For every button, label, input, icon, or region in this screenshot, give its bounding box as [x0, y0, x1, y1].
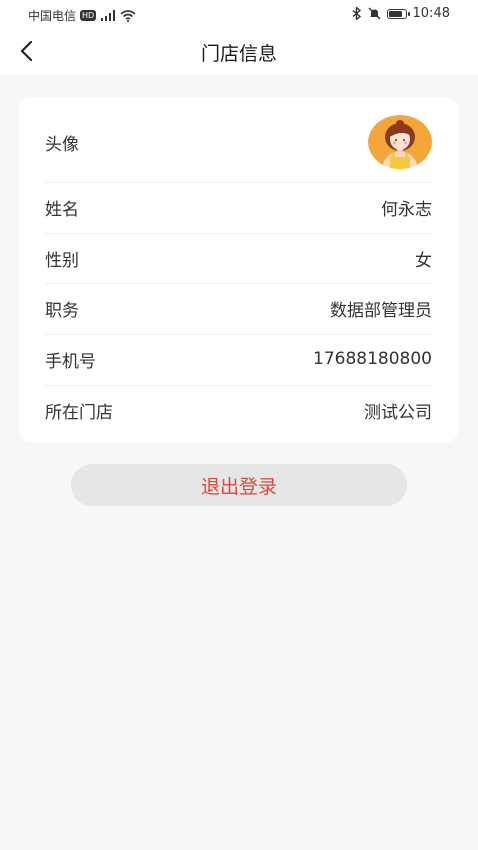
- signal-icon: [101, 10, 116, 21]
- hd-badge: HD: [80, 10, 97, 21]
- divider: [45, 182, 432, 183]
- divider: [45, 385, 432, 386]
- nav-bar: 门店信息: [0, 28, 478, 74]
- bluetooth-icon: [352, 7, 361, 20]
- store-label: 所在门店: [45, 402, 113, 423]
- gender-value: 女: [415, 250, 432, 271]
- phone-value: 17688180800: [313, 349, 432, 369]
- name-value: 何永志: [381, 199, 432, 220]
- avatar-label: 头像: [45, 134, 79, 155]
- clock-time: 10:48: [412, 6, 450, 21]
- wifi-icon: [120, 9, 136, 22]
- divider: [45, 334, 432, 335]
- store-value: 测试公司: [364, 402, 432, 423]
- avatar-row[interactable]: 头像: [45, 115, 432, 169]
- page-title: 门店信息: [200, 43, 277, 65]
- info-row-store: 所在门店 测试公司: [45, 390, 432, 430]
- carrier-label: 中国电信: [28, 9, 77, 23]
- mute-icon: [368, 7, 381, 20]
- info-row-phone: 手机号 17688180800: [45, 339, 432, 379]
- position-label: 职务: [45, 300, 79, 321]
- position-value: 数据部管理员: [330, 300, 432, 321]
- avatar[interactable]: [368, 115, 432, 169]
- divider: [45, 233, 432, 234]
- divider: [45, 283, 432, 284]
- battery-icon: [386, 8, 410, 19]
- status-bar: 中国电信 HD 10:48: [0, 0, 478, 28]
- info-row-position: 职务 数据部管理员: [45, 288, 432, 328]
- logout-button[interactable]: 退出登录: [71, 464, 407, 506]
- info-row-gender: 性别 女: [45, 238, 432, 278]
- gender-label: 性别: [45, 250, 79, 271]
- name-label: 姓名: [45, 199, 79, 220]
- info-row-name: 姓名 何永志: [45, 187, 432, 227]
- user-avatar-icon: [368, 115, 432, 169]
- profile-card: 头像 姓名 何永志 性别 女 职务 数据部管理员 手机号 17688180800…: [19, 97, 458, 442]
- phone-label: 手机号: [45, 351, 96, 372]
